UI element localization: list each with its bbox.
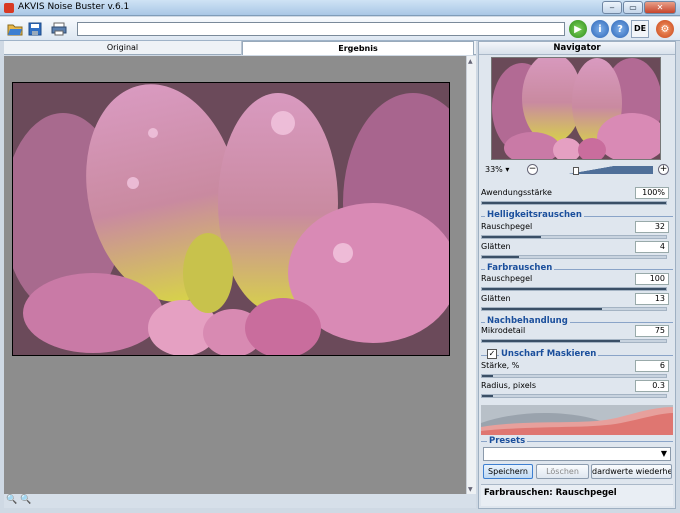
- zoom-out-icon[interactable]: 🔍: [20, 495, 31, 505]
- microdetail-value[interactable]: 75: [635, 325, 669, 337]
- tone-curve-preview: [481, 405, 673, 435]
- navigator-thumbnail[interactable]: [491, 57, 661, 160]
- app-logo-icon: [4, 3, 14, 13]
- unsharp-header: Unscharf Maskieren: [499, 349, 599, 359]
- color-smooth-value[interactable]: 13: [635, 293, 669, 305]
- folder-icon: [7, 24, 23, 36]
- save-icon: [28, 22, 42, 36]
- run-button[interactable]: ▶: [569, 20, 587, 38]
- help-button[interactable]: ?: [611, 20, 629, 38]
- color-noise-header: Farbrauschen: [485, 263, 555, 273]
- play-icon: ▶: [574, 23, 582, 35]
- post-processing-header: Nachbehandlung: [485, 316, 570, 326]
- result-image: [12, 82, 450, 356]
- strength-label: Awendungsstärke: [481, 188, 552, 197]
- brightness-smooth-value[interactable]: 4: [635, 241, 669, 253]
- unsharp-radius-label: Radius, pixels: [481, 381, 537, 390]
- maximize-button[interactable]: ▭: [623, 1, 643, 14]
- color-smooth-slider[interactable]: [481, 307, 667, 311]
- info-icon: i: [598, 23, 602, 35]
- brightness-noise-level-slider[interactable]: [481, 235, 667, 239]
- save-preset-button[interactable]: Speichern: [483, 464, 533, 479]
- tab-original[interactable]: Original: [4, 41, 242, 55]
- chevron-down-icon: ▼: [660, 449, 667, 458]
- minimize-button[interactable]: ‒: [602, 1, 622, 14]
- unsharp-checkbox[interactable]: ✓: [487, 349, 497, 359]
- zoom-in-icon[interactable]: 🔍: [6, 495, 17, 505]
- presets-header: Presets: [487, 436, 528, 446]
- brightness-smooth-slider[interactable]: [481, 255, 667, 259]
- language-button[interactable]: DE: [631, 20, 649, 38]
- color-smooth-label: Glätten: [481, 294, 511, 303]
- zoom-slider-handle[interactable]: [573, 167, 579, 175]
- brightness-noise-header: Helligkeitsrauschen: [485, 210, 584, 220]
- color-noise-level-value[interactable]: 100: [635, 273, 669, 285]
- title-bar: AKVIS Noise Buster v.6.1 ‒ ▭ ✕: [0, 0, 680, 16]
- color-noise-level-label: Rauschpegel: [481, 274, 533, 283]
- unsharp-amount-label: Stärke, %: [481, 361, 520, 370]
- delete-preset-button[interactable]: Löschen: [536, 464, 589, 479]
- strength-slider[interactable]: [481, 201, 667, 205]
- toolbar: ▶ i ? DE ⚙: [0, 17, 680, 41]
- brightness-noise-level-label: Rauschpegel: [481, 222, 533, 231]
- info-button[interactable]: i: [591, 20, 609, 38]
- brightness-noise-level-value[interactable]: 32: [635, 221, 669, 233]
- print-button[interactable]: [50, 20, 68, 38]
- microdetail-label: Mikrodetail: [481, 326, 526, 335]
- zoom-in-button[interactable]: +: [658, 164, 669, 175]
- navigator-title: Navigator: [479, 42, 675, 55]
- microdetail-slider[interactable]: [481, 339, 667, 343]
- open-file-button[interactable]: [6, 20, 24, 38]
- strength-value[interactable]: 100%: [635, 187, 669, 199]
- zoom-select[interactable]: 33% ▾: [485, 164, 521, 176]
- preset-select[interactable]: ▼: [483, 447, 671, 461]
- settings-button[interactable]: ⚙: [656, 20, 674, 38]
- unsharp-amount-slider[interactable]: [481, 374, 667, 378]
- brightness-smooth-label: Glätten: [481, 242, 511, 251]
- unsharp-radius-value[interactable]: 0.3: [635, 380, 669, 392]
- restore-defaults-button[interactable]: dardwerte wiederherst: [591, 464, 672, 479]
- printer-icon: [51, 22, 67, 36]
- unsharp-radius-slider[interactable]: [481, 394, 667, 398]
- file-path-field[interactable]: [77, 22, 565, 36]
- settings-panel: Navigator 33% ▾ − + Awendungsstärke 100%…: [478, 41, 676, 509]
- status-bar: 🔍 🔍: [4, 494, 476, 508]
- gear-icon: ⚙: [660, 23, 670, 35]
- window-title: AKVIS Noise Buster v.6.1: [18, 2, 130, 12]
- tab-result[interactable]: Ergebnis: [242, 41, 474, 55]
- help-icon: ?: [617, 23, 623, 35]
- zoom-out-button[interactable]: −: [527, 164, 538, 175]
- vertical-scrollbar[interactable]: ▲ ▼: [466, 56, 476, 494]
- color-noise-level-slider[interactable]: [481, 287, 667, 291]
- zoom-row: 33% ▾ − +: [479, 162, 675, 178]
- zoom-slider[interactable]: [543, 166, 653, 174]
- view-tabs: Original Ergebnis: [4, 41, 476, 55]
- save-file-button[interactable]: [26, 20, 44, 38]
- close-button[interactable]: ✕: [644, 1, 676, 14]
- unsharp-amount-value[interactable]: 6: [635, 360, 669, 372]
- hint-text: Farbrauschen: Rauschpegel: [481, 484, 673, 506]
